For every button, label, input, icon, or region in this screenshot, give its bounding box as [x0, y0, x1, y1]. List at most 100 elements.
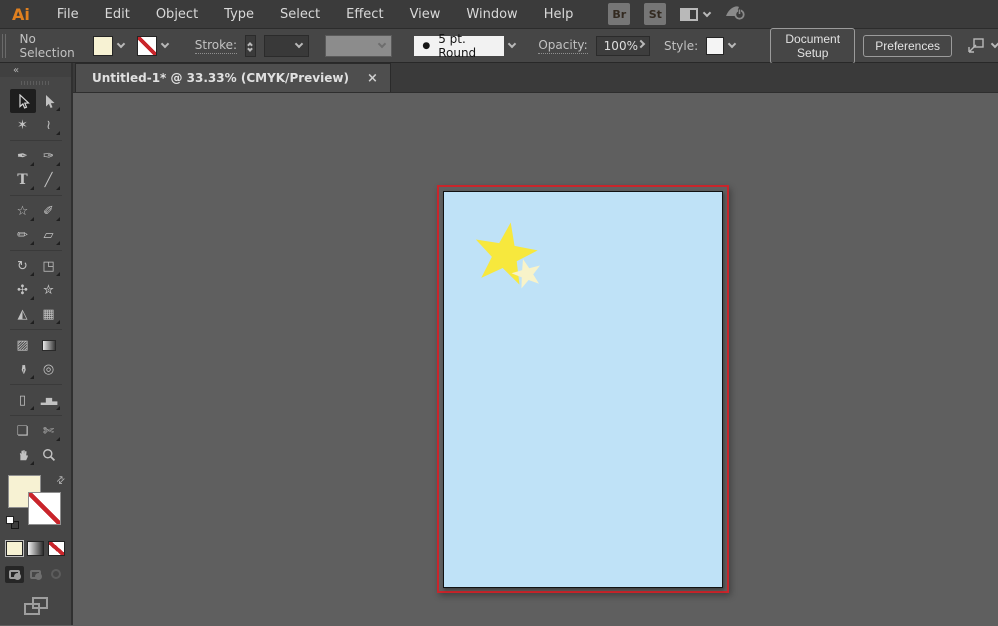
shape-builder-tool[interactable]: ◭ — [10, 302, 36, 326]
color-button[interactable] — [6, 541, 23, 556]
bridge-button[interactable]: Br — [608, 3, 630, 25]
curvature-tool[interactable]: ✑ — [36, 144, 62, 168]
width-tool[interactable]: ✣ — [10, 278, 36, 302]
style-swatch[interactable] — [706, 37, 724, 55]
lasso-tool[interactable]: ≀ — [36, 113, 62, 137]
eyedropper-tool[interactable]: ✒ — [10, 357, 36, 381]
illustrator-logo: Ai — [0, 5, 44, 24]
menu-select[interactable]: Select — [267, 0, 333, 29]
selection-status: No Selection — [19, 32, 74, 60]
brush-definition-dropdown[interactable] — [504, 36, 520, 56]
menu-window[interactable]: Window — [453, 0, 530, 29]
gradient-button[interactable] — [27, 541, 44, 556]
gradient-box-icon — [42, 340, 56, 351]
menu-object[interactable]: Object — [143, 0, 211, 29]
draw-inside-button[interactable] — [47, 566, 66, 583]
draw-inside-icon — [51, 570, 62, 579]
eraser-tool[interactable]: ▱ — [36, 223, 62, 247]
fill-color-dropdown[interactable] — [113, 36, 129, 56]
tools-panel-grip[interactable] — [0, 77, 71, 89]
sync-status-icon[interactable] — [724, 3, 746, 25]
perspective-grid-icon: ▦ — [42, 307, 54, 322]
blend-icon: ◎ — [43, 362, 54, 377]
pen-icon: ✒ — [17, 149, 28, 164]
menu-bar: Ai File Edit Object Type Select Effect V… — [0, 0, 998, 29]
lasso-icon: ≀ — [46, 118, 51, 133]
chevron-down-icon — [703, 8, 711, 16]
fill-color-combo[interactable] — [93, 36, 129, 56]
stroke-color-combo[interactable] — [137, 36, 173, 56]
selection-tool[interactable] — [10, 89, 36, 113]
preferences-button[interactable]: Preferences — [863, 35, 952, 57]
control-panel-menu[interactable] — [966, 37, 998, 55]
line-segment-tool[interactable]: ╱ — [36, 168, 62, 192]
style-combo[interactable] — [706, 36, 740, 56]
default-fill-stroke-icon[interactable] — [6, 516, 19, 529]
menu-effect[interactable]: Effect — [333, 0, 396, 29]
zoom-tool[interactable] — [36, 443, 62, 467]
change-screen-mode-button[interactable] — [0, 597, 71, 615]
collapse-panel-icon[interactable]: « — [13, 65, 19, 76]
draw-normal-button[interactable] — [5, 566, 24, 583]
scale-icon: ◳ — [42, 259, 54, 274]
mesh-icon: ▨ — [16, 338, 28, 353]
slice-tool[interactable]: ✄ — [36, 419, 62, 443]
stroke-color-dropdown[interactable] — [157, 36, 173, 56]
rotate-tool[interactable]: ↻ — [10, 254, 36, 278]
tool-group-separator — [10, 247, 62, 254]
style-dropdown[interactable] — [724, 36, 740, 56]
tab-close-icon[interactable]: × — [367, 71, 378, 86]
scale-tool[interactable]: ◳ — [36, 254, 62, 278]
brush-definition-combo[interactable]: ● 5 pt. Round — [414, 36, 520, 56]
chevron-right-icon[interactable] — [637, 40, 645, 48]
column-graph-icon: ▂▆▃ — [41, 396, 56, 405]
hand-tool[interactable] — [10, 443, 36, 467]
gradient-tool[interactable] — [36, 333, 62, 357]
artboard[interactable] — [443, 191, 723, 588]
pen-tool[interactable]: ✒ — [10, 144, 36, 168]
blend-tool[interactable]: ◎ — [36, 357, 62, 381]
star-tool[interactable]: ☆ — [10, 199, 36, 223]
control-bar-grip[interactable] — [2, 34, 7, 58]
puppet-warp-tool[interactable]: ✮ — [36, 278, 62, 302]
shaper-icon: ✏ — [17, 228, 28, 243]
document-setup-button[interactable]: Document Setup — [770, 28, 855, 64]
none-button[interactable] — [48, 541, 65, 556]
stroke-proxy-swatch[interactable] — [28, 492, 61, 525]
menu-edit[interactable]: Edit — [92, 0, 143, 29]
fill-color-swatch[interactable] — [93, 36, 113, 56]
magic-wand-icon: ✶ — [17, 118, 28, 133]
brush-definition-field[interactable]: ● 5 pt. Round — [414, 36, 504, 56]
magic-wand-tool[interactable]: ✶ — [10, 113, 36, 137]
opacity-value: 100% — [604, 39, 638, 53]
width-profile-dropdown[interactable] — [325, 35, 392, 57]
direct-selection-tool[interactable] — [36, 89, 62, 113]
type-tool[interactable]: T — [10, 168, 36, 192]
menu-view[interactable]: View — [397, 0, 454, 29]
stock-button[interactable]: St — [644, 3, 666, 25]
star-shapes — [463, 214, 573, 318]
draw-behind-button[interactable] — [26, 566, 45, 583]
artboard-tool[interactable]: ❏ — [10, 419, 36, 443]
canvas-area[interactable] — [73, 93, 998, 625]
stroke-color-swatch[interactable] — [137, 36, 157, 56]
menu-help[interactable]: Help — [531, 0, 587, 29]
column-graph-tool[interactable]: ▂▆▃ — [36, 388, 62, 412]
opacity-field[interactable]: 100% — [596, 36, 650, 56]
menu-type[interactable]: Type — [211, 0, 267, 29]
document-tab[interactable]: Untitled-1* @ 33.33% (CMYK/Preview) × — [75, 63, 391, 92]
panel-collapse-strip[interactable]: « — [0, 63, 71, 77]
slice-knife-icon: ✄ — [43, 424, 54, 439]
direct-selection-arrow-icon — [42, 94, 56, 109]
workspace-switcher[interactable] — [680, 8, 710, 21]
mesh-tool[interactable]: ▨ — [10, 333, 36, 357]
symbol-sprayer-icon: ▯ — [19, 393, 26, 408]
swap-fill-stroke-icon[interactable]: ⇄ — [54, 474, 68, 488]
shaper-tool[interactable]: ✏ — [10, 223, 36, 247]
paintbrush-tool[interactable]: ✐ — [36, 199, 62, 223]
perspective-grid-tool[interactable]: ▦ — [36, 302, 62, 326]
symbol-sprayer-tool[interactable]: ▯ — [10, 388, 36, 412]
menu-file[interactable]: File — [44, 0, 92, 29]
stroke-weight-stepper[interactable] — [245, 35, 256, 57]
stroke-weight-dropdown[interactable] — [264, 35, 309, 57]
